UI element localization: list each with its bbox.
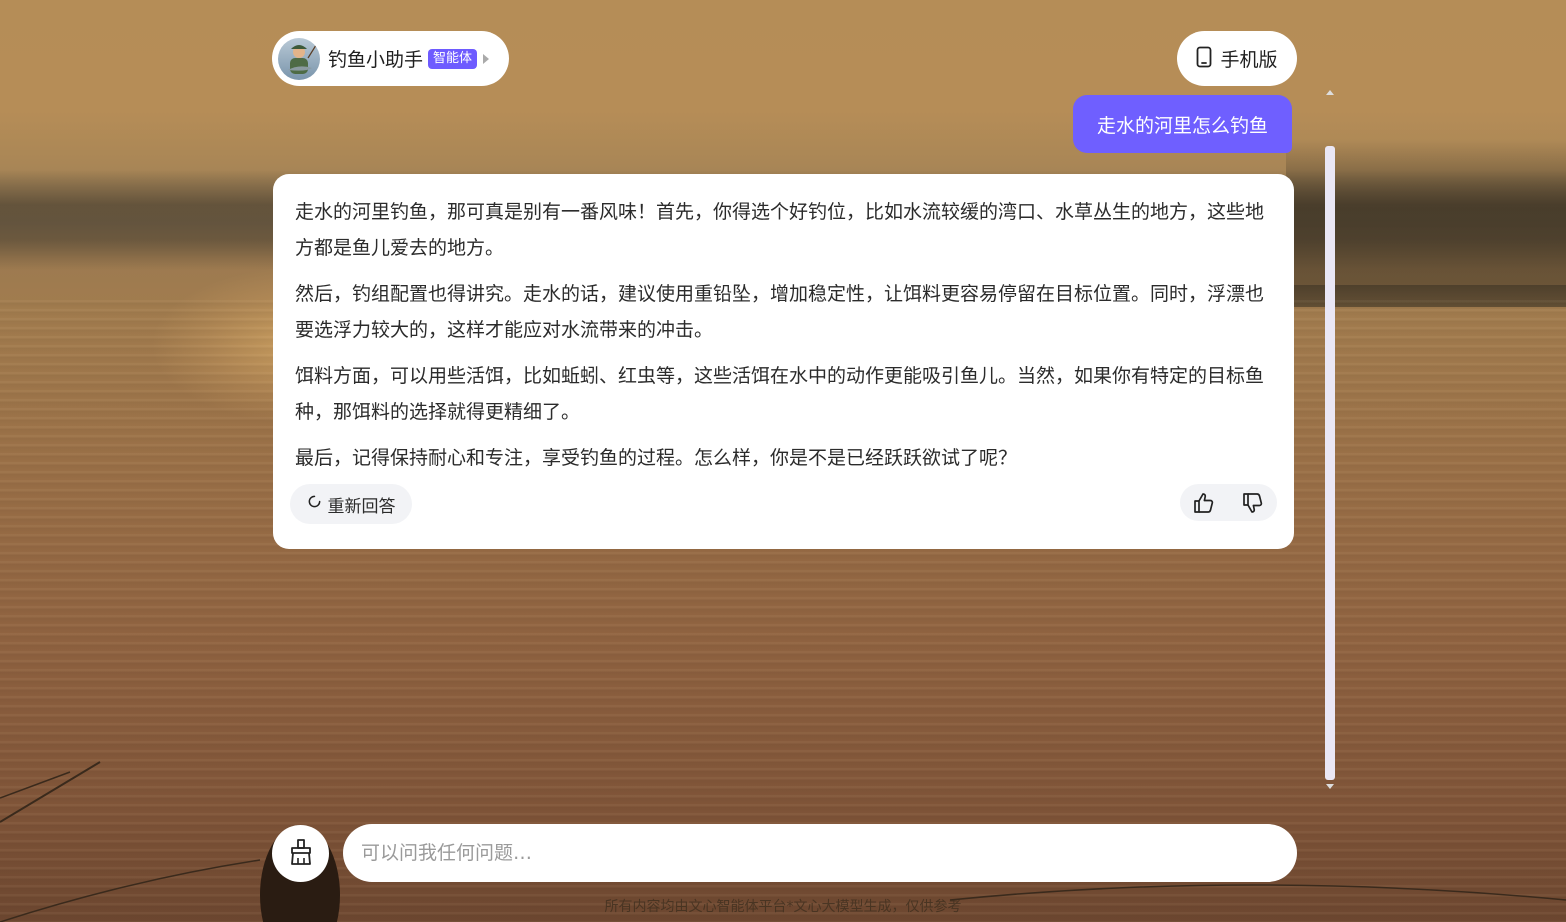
- feedback-group: [1180, 484, 1277, 521]
- answer-paragraph: 走水的河里钓鱼，那可真是别有一番风味！首先，你得选个好钓位，比如水流较缓的湾口、…: [295, 201, 1265, 259]
- scroll-up-arrow[interactable]: [1326, 90, 1334, 95]
- agent-name: 钓鱼小助手: [328, 49, 424, 71]
- agent-header[interactable]: 钓鱼小助手 智能体: [272, 31, 509, 86]
- chat-input[interactable]: [343, 824, 1297, 882]
- broom-icon: [288, 838, 314, 870]
- refresh-icon: [307, 494, 322, 514]
- mobile-phone-icon: [1196, 46, 1212, 72]
- thumbs-down-icon[interactable]: [1240, 490, 1266, 516]
- regenerate-label: 重新回答: [327, 496, 396, 517]
- user-message: 走水的河里怎么钓鱼: [1073, 95, 1292, 153]
- scrollbar-thumb[interactable]: [1325, 146, 1335, 780]
- regenerate-button[interactable]: 重新回答: [290, 484, 412, 524]
- mobile-version-label: 手机版: [1220, 49, 1278, 71]
- mobile-version-button[interactable]: 手机版: [1177, 31, 1297, 86]
- answer-paragraph: 然后，钓组配置也得讲究。走水的话，建议使用重铅坠，增加稳定性，让饵料更容易停留在…: [295, 283, 1265, 341]
- footer-disclaimer: 所有内容均由文心智能体平台*文心大模型生成，仅供参考: [604, 899, 962, 915]
- assistant-answer-card: 走水的河里钓鱼，那可真是别有一番风味！首先，你得选个好钓位，比如水流较缓的湾口、…: [273, 174, 1294, 549]
- answer-paragraph: 饵料方面，可以用些活饵，比如蚯蚓、红虫等，这些活饵在水中的动作更能吸引鱼儿。当然…: [295, 365, 1265, 423]
- answer-paragraph: 最后，记得保持耐心和专注，享受钓鱼的过程。怎么样，你是不是已经跃跃欲试了呢？: [295, 447, 1018, 469]
- agent-avatar: [278, 37, 320, 80]
- clear-chat-button[interactable]: [272, 825, 329, 882]
- thumbs-up-icon[interactable]: [1191, 490, 1217, 516]
- scroll-down-arrow[interactable]: [1326, 784, 1334, 789]
- chevron-right-icon: [483, 53, 490, 64]
- agent-badge: 智能体: [428, 48, 478, 69]
